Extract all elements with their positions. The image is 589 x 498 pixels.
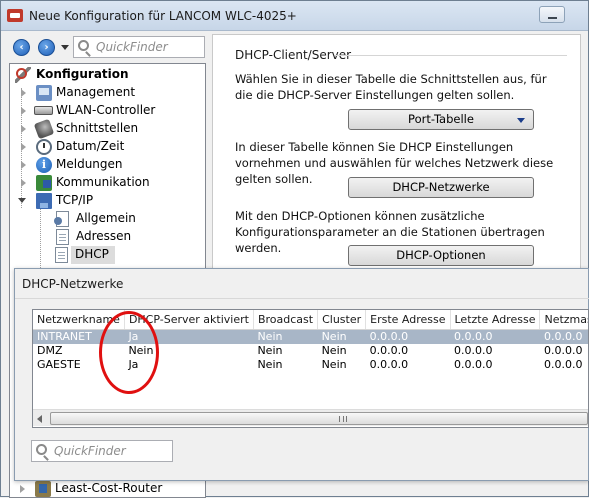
quickfinder-placeholder: QuickFinder [96,40,168,54]
expand-arrow-icon[interactable] [21,161,26,169]
lancom-app-icon [7,9,23,22]
tree-item-allgemein[interactable]: Allgemein [10,210,200,228]
settings-document-icon [54,211,69,227]
tree-item-tcpip[interactable]: TCP/IP [10,192,200,210]
tree-item-dhcp[interactable]: DHCP [9,246,129,264]
document-icon [55,247,68,263]
tree-item-schnittstellen[interactable]: Schnittstellen [10,118,200,140]
cell-netzmaske: 0.0.0.0 [539,329,588,344]
network-icon [36,193,52,209]
cell-netzmaske: 0.0.0.0 [543,343,583,357]
search-icon [78,40,89,51]
cell-broadcast: Nein [257,357,283,371]
minimize-button[interactable] [539,6,565,23]
tree-item-adressen[interactable]: Adressen [10,228,200,246]
tree-item-kommunikation[interactable]: Kommunikation [10,174,200,192]
document-icon [56,229,69,245]
plug-icon [33,118,55,140]
communication-icon [36,175,52,191]
dialog-title: DHCP-Netzwerke [22,277,124,291]
search-icon [36,444,47,455]
cell-broadcast: Nein [257,343,283,357]
dhcp-options-button[interactable]: DHCP-Optionen [348,245,534,266]
wrench-icon [15,67,31,83]
cell-cluster: Nein [321,357,347,371]
red-annotation-ellipse [99,311,159,394]
dialog-title-separator [15,298,589,299]
expand-arrow-icon[interactable] [21,89,26,97]
collapse-arrow-icon[interactable] [18,198,26,203]
port-table-description: Wählen Sie in dieser Tabelle die Schnitt… [235,72,547,102]
group-title-dhcp-client-server: DHCP-Client/Server [235,48,352,62]
tree-item-meldungen[interactable]: i Meldungen [10,156,200,174]
cell-letzte-adresse: 0.0.0.0 [454,343,493,357]
port-table-button-label: Port-Tabelle [408,112,474,126]
scrollbar-thumb[interactable] [50,412,588,425]
expand-arrow-icon[interactable] [21,143,26,151]
port-table-button[interactable]: Port-Tabelle [348,109,534,130]
column-header-cluster[interactable]: Cluster [317,310,367,330]
expand-arrow-icon[interactable] [20,485,25,493]
cell-cluster: Nein [317,329,366,344]
cell-netzmaske: 0.0.0.0 [543,357,583,371]
horizontal-scrollbar[interactable] [33,409,588,426]
expand-arrow-icon[interactable] [21,107,26,115]
info-icon: i [36,157,52,173]
title-bar: Neue Konfiguration für LANCOM WLC-4025+ [1,1,588,31]
management-icon [36,85,52,101]
cell-letzte-adresse: 0.0.0.0 [454,357,493,371]
tree-item-least-cost-router[interactable]: Least-Cost-Router [9,480,199,498]
cell-erste-adresse: 0.0.0.0 [369,343,409,357]
dhcp-networks-button[interactable]: DHCP-Netzwerke [348,177,534,198]
clock-icon [36,139,52,155]
tree-item-datum-zeit[interactable]: Datum/Zeit [10,138,200,156]
dialog-quickfinder-input[interactable]: QuickFinder [31,440,173,462]
cell-cluster: Nein [321,343,347,357]
dhcp-options-button-label: DHCP-Optionen [396,248,486,262]
cell-erste-adresse: 0.0.0.0 [365,329,450,344]
cell-erste-adresse: 0.0.0.0 [369,357,409,371]
dropdown-arrow-icon [517,118,525,123]
tree-item-konfiguration[interactable]: Konfiguration [10,66,200,84]
column-header-broadcast[interactable]: Broadcast [253,310,319,330]
dialog-quickfinder-placeholder: QuickFinder [54,444,126,458]
scroll-left-arrow-icon[interactable] [37,415,42,423]
column-header-netzmaske[interactable]: Netzmaske [539,310,588,330]
back-arrow-icon[interactable]: ‹ [13,39,30,56]
history-dropdown-icon[interactable] [61,45,69,50]
cell-broadcast: Nein [253,329,318,344]
router-icon [34,106,53,115]
tree-root-label: Konfiguration [36,67,129,81]
least-cost-router-icon [35,481,51,497]
cell-letzte-adresse: 0.0.0.0 [450,329,540,344]
quickfinder-search-input[interactable]: QuickFinder [73,36,205,58]
window-title: Neue Konfiguration für LANCOM WLC-4025+ [29,9,297,23]
column-header-letzte-adresse[interactable]: Letzte Adresse [450,310,541,330]
group-separator [335,55,567,56]
dhcp-networks-button-label: DHCP-Netzwerke [392,180,490,194]
scrollbar-grip-icon [339,416,347,422]
expand-arrow-icon[interactable] [21,125,26,133]
tree-item-wlan-controller[interactable]: WLAN-Controller [10,102,200,120]
expand-arrow-icon[interactable] [21,179,26,187]
forward-arrow-icon[interactable]: › [38,39,55,56]
tree-item-management[interactable]: Management [10,84,200,102]
column-header-erste-adresse[interactable]: Erste Adresse [365,310,451,330]
